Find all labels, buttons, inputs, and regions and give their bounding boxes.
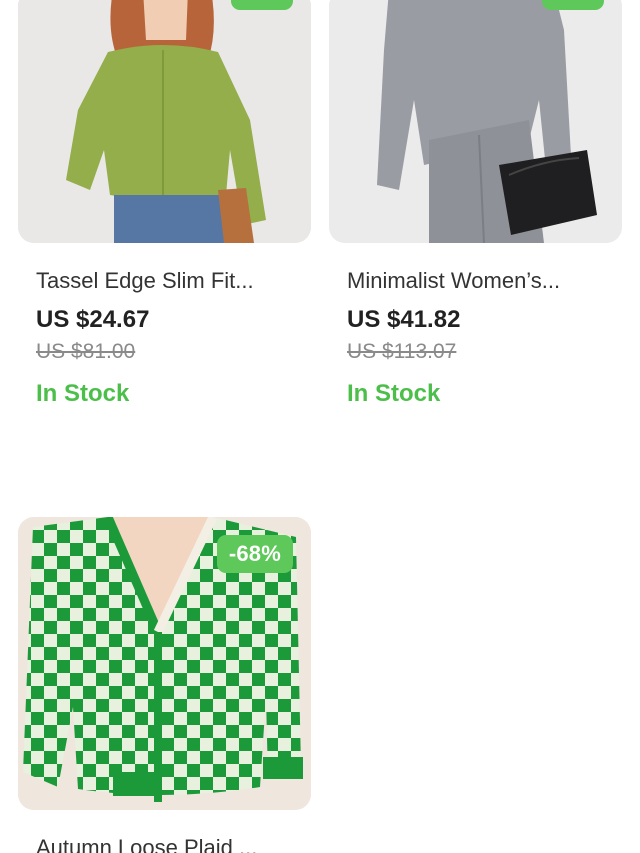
product-grid: Tassel Edge Slim Fit... US $24.67 US $81… xyxy=(0,0,640,853)
product-card[interactable]: Tassel Edge Slim Fit... US $24.67 US $81… xyxy=(18,0,311,409)
product-card[interactable]: Minimalist Women’s... US $41.82 US $113.… xyxy=(329,0,622,409)
grey-sweater-photo xyxy=(329,0,622,243)
product-image[interactable] xyxy=(18,0,311,243)
product-image[interactable] xyxy=(329,0,622,243)
discount-badge: -68% xyxy=(216,535,293,573)
product-image[interactable]: -68% xyxy=(18,517,311,810)
discount-badge xyxy=(542,0,604,10)
product-price: US $41.82 xyxy=(347,306,461,333)
green-cardigan-photo xyxy=(18,0,311,243)
stock-status: In Stock xyxy=(347,380,441,407)
product-title[interactable]: Minimalist Women’s... xyxy=(347,267,622,295)
original-price: US $81.00 xyxy=(36,340,136,363)
original-price: US $113.07 xyxy=(347,340,457,363)
stock-status: In Stock xyxy=(36,380,130,407)
product-title[interactable]: Tassel Edge Slim Fit... xyxy=(36,267,311,295)
product-card[interactable]: -68% Autumn Loose Plaid ... xyxy=(18,517,311,853)
product-price: US $24.67 xyxy=(36,306,150,333)
discount-badge xyxy=(231,0,293,10)
product-title[interactable]: Autumn Loose Plaid ... xyxy=(36,834,311,853)
